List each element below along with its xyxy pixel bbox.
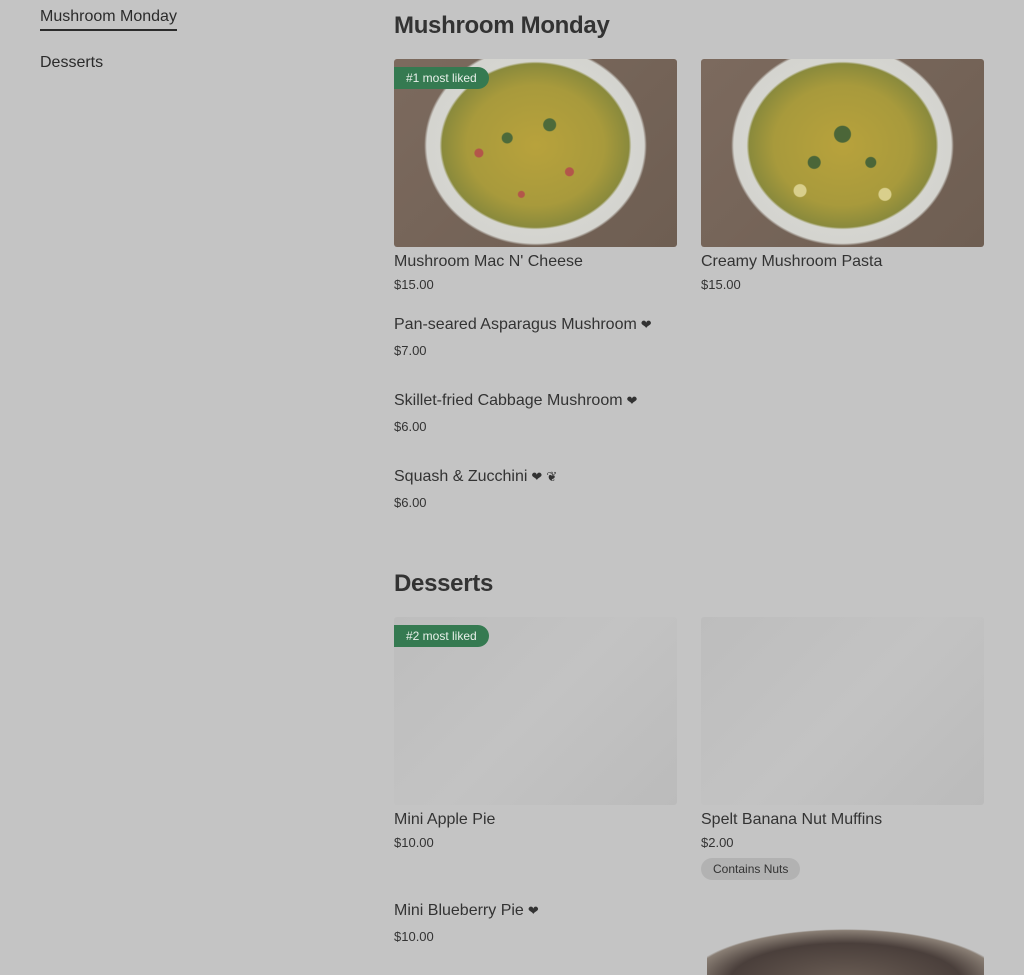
vegan-leaf-icon: ❦ xyxy=(546,469,558,484)
most-liked-badge: #1 most liked xyxy=(394,67,489,89)
most-liked-badge: #2 most liked xyxy=(394,625,489,647)
item-price: $15.00 xyxy=(701,277,741,292)
item-price: $7.00 xyxy=(394,343,427,358)
item-name: Spelt Banana Nut Muffins xyxy=(701,811,883,828)
item-name: Pan-seared Asparagus Mushroom xyxy=(394,316,637,333)
item-name: Skillet-fried Cabbage Mushroom xyxy=(394,392,623,409)
item-price: $15.00 xyxy=(394,277,434,292)
item-price: $10.00 xyxy=(394,929,434,944)
menu-item-card[interactable]: Creamy Mushroom Pasta $15.00 xyxy=(701,59,984,292)
item-price: $2.00 xyxy=(701,835,734,850)
menu-item-row[interactable]: Pan-seared Asparagus Mushroom ❤ $7.00 xyxy=(394,316,694,358)
allergen-tag: Contains Nuts xyxy=(701,858,801,880)
section-title-mushroom-monday: Mushroom Monday xyxy=(394,12,610,39)
heart-icon: ❤ xyxy=(626,393,638,408)
item-name: Mini Blueberry Pie xyxy=(394,902,524,919)
blueberry-pie-photo[interactable] xyxy=(707,903,984,975)
item-name: Squash & Zucchini xyxy=(394,468,528,485)
heart-icon: ❤ xyxy=(640,317,652,332)
item-name: Mini Apple Pie xyxy=(394,811,496,828)
item-price: $10.00 xyxy=(394,835,434,850)
menu-item-row[interactable]: Squash & Zucchini ❤ ❦ $6.00 xyxy=(394,468,694,510)
heart-icon: ❤ xyxy=(527,903,539,918)
nav-item-mushroom-monday[interactable]: Mushroom Monday xyxy=(40,8,177,31)
section-title-desserts: Desserts xyxy=(394,570,494,597)
item-image-placeholder xyxy=(701,617,984,805)
heart-icon: ❤ xyxy=(531,469,543,484)
mac-n-cheese-photo: #1 most liked xyxy=(394,59,677,247)
item-image-placeholder: #2 most liked xyxy=(394,617,677,805)
menu-item-row[interactable]: Mini Blueberry Pie ❤ $10.00 xyxy=(394,902,694,944)
menu-item-card[interactable]: #1 most liked Mushroom Mac N' Cheese $15… xyxy=(394,59,677,292)
menu-item-row[interactable]: Skillet-fried Cabbage Mushroom ❤ $6.00 xyxy=(394,392,694,434)
item-price: $6.00 xyxy=(394,419,427,434)
category-nav: Mushroom Monday Desserts xyxy=(40,8,340,98)
menu-item-card[interactable]: Spelt Banana Nut Muffins $2.00 Contains … xyxy=(701,617,984,880)
pasta-photo xyxy=(701,59,984,247)
item-name: Creamy Mushroom Pasta xyxy=(701,253,883,270)
nav-item-desserts[interactable]: Desserts xyxy=(40,54,103,75)
item-price: $6.00 xyxy=(394,495,427,510)
menu-item-card[interactable]: #2 most liked Mini Apple Pie $10.00 xyxy=(394,617,677,850)
item-name: Mushroom Mac N' Cheese xyxy=(394,253,583,270)
